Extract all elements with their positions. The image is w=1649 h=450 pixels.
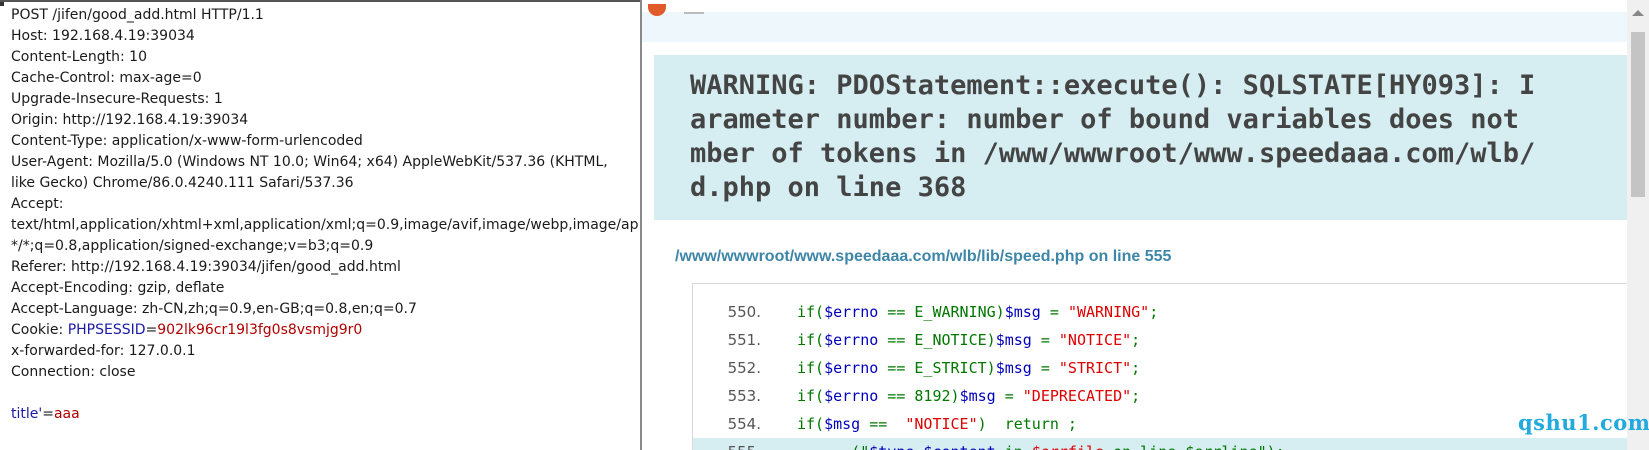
code-punctuation: ) return ;: [977, 415, 1077, 433]
code-variable: $errno: [824, 387, 879, 405]
header-connection: Connection: close: [11, 364, 136, 380]
scroll-thumb[interactable]: [1631, 32, 1645, 197]
cookie-equals: =: [145, 322, 158, 338]
line-number: 550.: [727, 303, 761, 321]
code-variable: $msg: [995, 359, 1032, 377]
code-variable: $errno: [824, 303, 879, 321]
header-cache-control: Cache-Control: max-age=0: [11, 70, 202, 86]
code-operator: == 8192): [878, 387, 960, 405]
header-cookie: Cookie: PHPSESSID=902lk96cr19l3fg0s8vsmj…: [11, 320, 639, 341]
code-operator: =: [1031, 359, 1059, 377]
body-param-value: aaa: [53, 406, 80, 422]
header-user-agent: User-Agent: Mozilla/5.0 (Windows NT 10.0…: [11, 154, 608, 191]
code-keyword: if(: [797, 359, 825, 377]
request-body: title'=aaa: [11, 404, 639, 425]
code-string: "NOTICE": [905, 415, 978, 433]
title-fragment: [684, 12, 704, 14]
scroll-up-arrow-icon[interactable]: [1632, 10, 1644, 16]
code-variable: $msg: [1004, 303, 1041, 321]
code-variable: $msg: [824, 415, 861, 433]
header-content-type: Content-Type: application/x-www-form-url…: [11, 133, 363, 149]
header-accept-encoding: Accept-Encoding: gzip, deflate: [11, 280, 225, 296]
warning-box: WARNING: PDOStatement::execute(): SQLSTA…: [654, 55, 1629, 220]
code-operator: == E_STRICT): [878, 359, 996, 377]
header-accept-language: Accept-Language: zh-CN,zh;q=0.9,en-GB;q=…: [11, 301, 417, 317]
code-operator: =: [1040, 303, 1068, 321]
code-punctuation: on line $errline");: [1104, 443, 1285, 450]
code-string: "DEPRECATED": [1022, 387, 1132, 405]
code-punctuation: ;: [1131, 359, 1141, 377]
source-code-block: 550. if($errno == E_WARNING)$msg = "WARNI…: [692, 283, 1633, 450]
code-line: 551. if($errno == E_NOTICE)$msg = "NOTICE…: [693, 326, 1633, 354]
code-variable: $msg: [959, 387, 996, 405]
code-line: 554. if($msg == "NOTICE") return ;: [693, 410, 1633, 438]
line-number: 555.: [693, 438, 761, 450]
code-operator: ==: [860, 415, 906, 433]
cookie-name: PHPSESSID: [67, 322, 146, 338]
code-operator: == E_WARNING): [878, 303, 1005, 321]
code-punctuation: ;: [1131, 387, 1141, 405]
code-line: 552. if($errno == E_STRICT)$msg = "STRICT…: [693, 354, 1633, 382]
header-accept-value: text/html,application/xhtml+xml,applicat…: [11, 217, 639, 233]
page-top-strip: [642, 4, 1627, 42]
body-param-equals: =: [42, 406, 54, 422]
body-param-name: title': [11, 406, 43, 422]
pane-corner-marker: [0, 2, 4, 6]
warning-line: mber of tokens in /www/wwwroot/www.speed…: [690, 138, 1536, 169]
cookie-value: 902lk96cr19l3fg0s8vsmjg9r0: [157, 322, 363, 338]
code-keyword: if(: [797, 415, 825, 433]
code-variable: $content: [923, 443, 995, 450]
code-variable: $errno: [824, 331, 879, 349]
code-punctuation: ;: [1149, 303, 1159, 321]
header-referer: Referer: http://192.168.4.19:39034/jifen…: [11, 259, 401, 275]
request-text[interactable]: POST /jifen/good_add.html HTTP/1.1 Host:…: [11, 5, 639, 425]
code-variable: $type: [869, 443, 914, 450]
code-punctuation: ;: [1131, 331, 1141, 349]
code-keyword: if(: [797, 387, 825, 405]
error-file-location: /www/wwwroot/www.speedaaa.com/wlb/lib/sp…: [675, 248, 1172, 265]
header-host: Host: 192.168.4.19:39034: [11, 28, 195, 44]
header-origin: Origin: http://192.168.4.19:39034: [11, 112, 249, 128]
line-number: 553.: [727, 387, 761, 405]
warning-line: d.php on line 368: [690, 172, 967, 203]
header-content-length: Content-Length: 10: [11, 49, 148, 65]
warning-line: WARNING: PDOStatement::execute(): SQLSTA…: [690, 70, 1536, 101]
code-operator: =: [995, 387, 1023, 405]
header-body-separator: [11, 383, 639, 404]
code-operator: in: [996, 443, 1032, 450]
watermark: qshu1.com: [1518, 410, 1649, 435]
request-line: POST /jifen/good_add.html HTTP/1.1: [11, 7, 264, 23]
code-keyword: if(: [797, 303, 825, 321]
header-accept-value-cont: */*;q=0.8,application/signed-exchange;v=…: [11, 238, 374, 254]
header-x-forwarded-for: x-forwarded-for: 127.0.0.1: [11, 343, 196, 359]
code-keyword: (": [797, 443, 869, 450]
code-line: 555. ("$type $content in $errfile on lin…: [693, 438, 1633, 450]
code-line: 550. if($errno == E_WARNING)$msg = "WARNI…: [693, 298, 1633, 326]
raw-request-pane[interactable]: POST /jifen/good_add.html HTTP/1.1 Host:…: [0, 0, 640, 450]
header-accept: Accept:: [11, 196, 64, 212]
code-operator: =: [1031, 331, 1059, 349]
code-line: 553. if($errno == 8192)$msg = "DEPRECATED…: [693, 382, 1633, 410]
code-string: $errfile: [1032, 443, 1104, 450]
code-keyword: if(: [797, 331, 825, 349]
browser-logo-icon: [648, 4, 666, 16]
header-upgrade-insecure: Upgrade-Insecure-Requests: 1: [11, 91, 223, 107]
code-operator: == E_NOTICE): [878, 331, 996, 349]
line-number: 554.: [727, 415, 761, 433]
cookie-label: Cookie:: [11, 322, 68, 338]
code-variable: $msg: [995, 331, 1032, 349]
code-string: "NOTICE": [1058, 331, 1132, 349]
code-rows: 550. if($errno == E_WARNING)$msg = "WARNI…: [693, 298, 1633, 450]
code-variable: $errno: [824, 359, 879, 377]
line-number: 552.: [727, 359, 761, 377]
line-number: 551.: [727, 331, 761, 349]
vertical-scrollbar[interactable]: [1627, 0, 1649, 450]
code-string: "WARNING": [1067, 303, 1150, 321]
code-string: "STRICT": [1058, 359, 1132, 377]
warning-message: WARNING: PDOStatement::execute(): SQLSTA…: [690, 69, 1629, 205]
warning-line: arameter number: number of bound variabl…: [690, 104, 1536, 135]
browser-error-page: WARNING: PDOStatement::execute(): SQLSTA…: [642, 0, 1649, 450]
